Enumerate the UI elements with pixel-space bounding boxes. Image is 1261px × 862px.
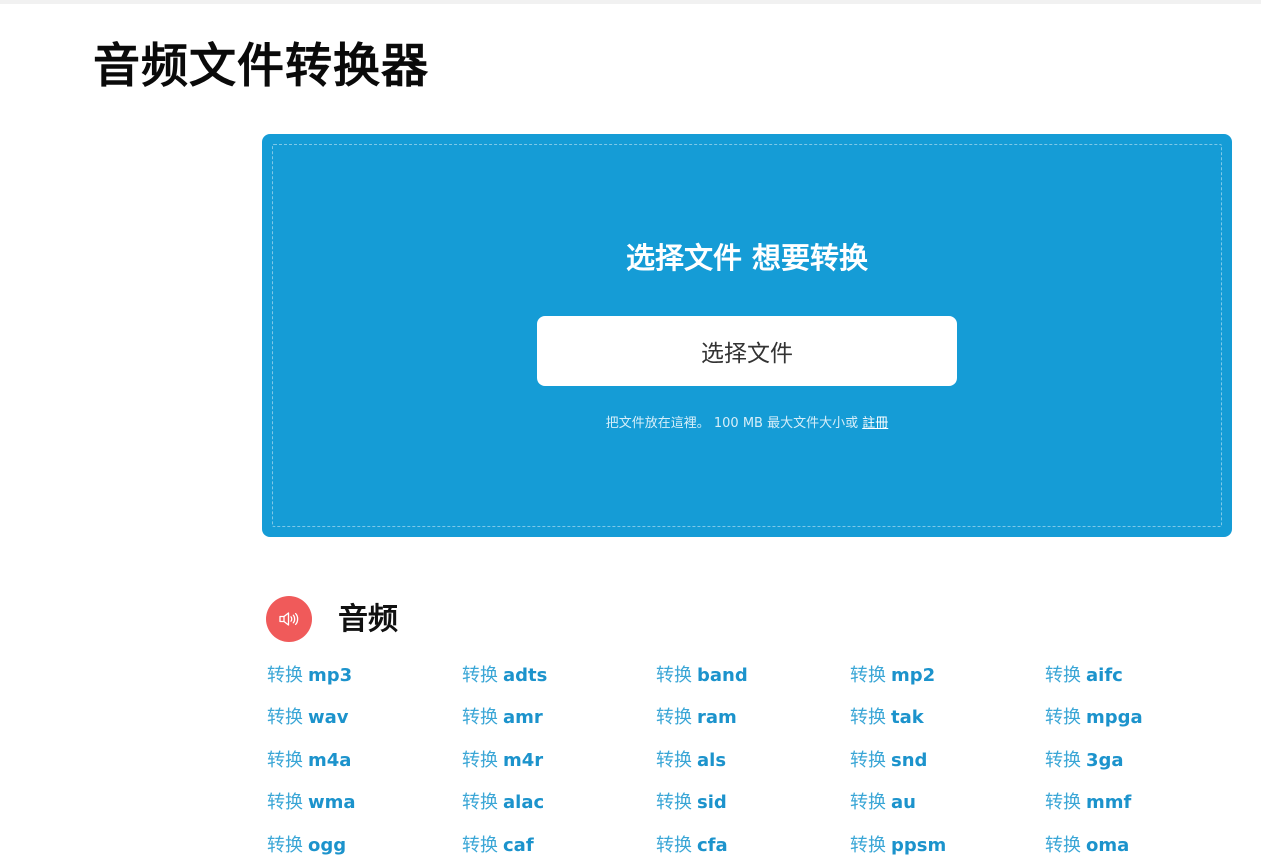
format-name: ram [697,707,737,728]
register-link[interactable]: 註冊 [862,416,888,431]
choose-file-button[interactable]: 选择文件 [537,316,957,386]
format-name: 3ga [1086,750,1124,771]
convert-3ga-link[interactable]: 转换 3ga [1045,745,1124,777]
convert-verb: 转换 [1045,665,1081,686]
convert-sid-link[interactable]: 转换 sid [656,787,727,819]
format-name: aifc [1086,665,1123,686]
convert-verb: 转换 [656,665,692,686]
format-name: ogg [308,835,347,856]
convert-verb: 转换 [1045,707,1081,728]
convert-verb: 转换 [656,835,692,856]
convert-ppsm-link[interactable]: 转换 ppsm [850,830,946,862]
format-name: au [891,792,916,813]
format-name: snd [891,750,928,771]
convert-ram-link[interactable]: 转换 ram [656,702,737,734]
section-title: 音频 [338,602,398,637]
convert-verb: 转换 [462,835,498,856]
convert-cfa-link[interactable]: 转换 cfa [656,830,728,862]
convert-ogg-link[interactable]: 转换 ogg [267,830,346,862]
convert-verb: 转换 [850,792,886,813]
convert-snd-link[interactable]: 转换 snd [850,745,927,777]
format-name: caf [503,835,534,856]
convert-m4r-link[interactable]: 转换 m4r [462,745,543,777]
convert-verb: 转换 [462,792,498,813]
convert-mpga-link[interactable]: 转换 mpga [1045,702,1143,734]
format-name: mpga [1086,707,1143,728]
format-name: band [697,665,748,686]
convert-verb: 转换 [1045,835,1081,856]
format-name: cfa [697,835,728,856]
convert-verb: 转换 [850,707,886,728]
convert-band-link[interactable]: 转换 band [656,660,748,692]
convert-verb: 转换 [850,665,886,686]
convert-mp3-link[interactable]: 转换 mp3 [267,660,352,692]
format-name: sid [697,792,727,813]
speaker-icon [279,612,299,626]
convert-adts-link[interactable]: 转换 adts [462,660,547,692]
convert-verb: 转换 [850,750,886,771]
format-name: als [697,750,727,771]
convert-verb: 转换 [267,792,303,813]
upload-note-text: 把文件放在這裡。 100 MB 最大文件大小或 [605,416,863,431]
convert-m4a-link[interactable]: 转换 m4a [267,745,351,777]
upload-heading: 选择文件 想要转换 [625,241,869,275]
format-name: m4r [503,750,544,771]
convert-verb: 转换 [462,665,498,686]
convert-mp2-link[interactable]: 转换 mp2 [850,660,935,692]
format-name: oma [1086,835,1130,856]
convert-als-link[interactable]: 转换 als [656,745,726,777]
convert-verb: 转换 [462,707,498,728]
convert-wav-link[interactable]: 转换 wav [267,702,349,734]
format-name: tak [891,707,924,728]
convert-amr-link[interactable]: 转换 amr [462,702,543,734]
convert-tak-link[interactable]: 转换 tak [850,702,924,734]
convert-alac-link[interactable]: 转换 alac [462,787,544,819]
convert-verb: 转换 [656,707,692,728]
convert-verb: 转换 [1045,792,1081,813]
convert-verb: 转换 [462,750,498,771]
convert-verb: 转换 [850,835,886,856]
format-name: adts [503,665,548,686]
convert-verb: 转换 [267,665,303,686]
convert-verb: 转换 [267,835,303,856]
format-name: m4a [308,750,352,771]
page-title: 音频文件转换器 [93,39,429,94]
format-name: mmf [1086,792,1132,813]
convert-verb: 转换 [267,707,303,728]
format-name: wma [308,792,356,813]
format-name: ppsm [891,835,947,856]
format-name: amr [503,707,543,728]
convert-verb: 转换 [1045,750,1081,771]
convert-aifc-link[interactable]: 转换 aifc [1045,660,1123,692]
format-name: alac [503,792,545,813]
convert-verb: 转换 [267,750,303,771]
format-name: wav [308,707,349,728]
convert-au-link[interactable]: 转换 au [850,787,916,819]
convert-caf-link[interactable]: 转换 caf [462,830,534,862]
convert-verb: 转换 [656,792,692,813]
convert-oma-link[interactable]: 转换 oma [1045,830,1129,862]
convert-mmf-link[interactable]: 转换 mmf [1045,787,1131,819]
top-strip [0,0,1261,4]
upload-note: 把文件放在這裡。 100 MB 最大文件大小或 註冊 [262,414,1232,434]
format-name: mp3 [308,665,353,686]
convert-wma-link[interactable]: 转换 wma [267,787,356,819]
convert-verb: 转换 [656,750,692,771]
section-icon-badge [266,596,312,642]
format-name: mp2 [891,665,936,686]
